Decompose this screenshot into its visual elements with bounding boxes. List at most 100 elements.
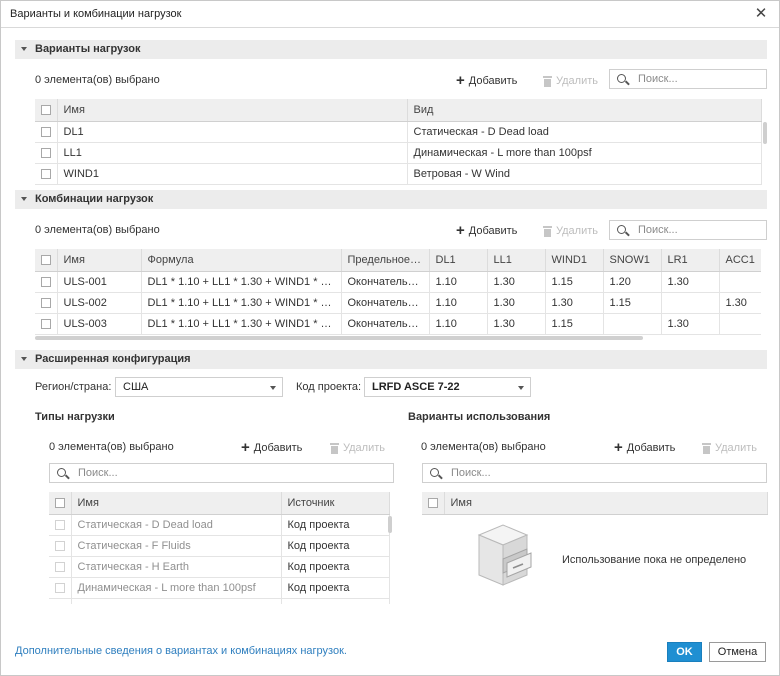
cell-lr1: 1.30: [661, 313, 720, 335]
delete-usage-case-button[interactable]: Удалить: [702, 440, 757, 456]
ok-button[interactable]: OK: [667, 642, 702, 662]
row-checkbox[interactable]: [35, 292, 58, 314]
table-row[interactable]: Статическая - H Earth Код проекта: [49, 556, 390, 578]
selection-count: 0 элемента(ов) выбрано: [35, 224, 160, 236]
table-row[interactable]: ULS-003 DL1 * 1.10 + LL1 * 1.30 + WIND1 …: [35, 313, 761, 335]
code-label: Код проекта:: [296, 381, 362, 393]
vertical-scrollbar[interactable]: [388, 516, 392, 533]
select-all-checkbox[interactable]: [35, 249, 58, 272]
column-header-name[interactable]: Имя: [71, 492, 282, 515]
search-input[interactable]: [78, 466, 389, 480]
cell-wind1: 1.15: [545, 271, 604, 293]
table-row[interactable]: Статическая - F Fluids Код проекта: [49, 535, 390, 557]
close-icon[interactable]: ✕: [751, 4, 771, 24]
cell-type: Ветровая - W Wind: [407, 163, 762, 185]
table-row[interactable]: WIND1 Ветровая - W Wind: [35, 163, 762, 185]
column-header-name[interactable]: Имя: [57, 249, 142, 272]
row-checkbox[interactable]: [35, 121, 58, 143]
plus-icon: +: [241, 439, 250, 456]
column-header-limit-state[interactable]: Предельное С...: [341, 249, 430, 272]
column-header-wind1[interactable]: WIND1: [545, 249, 604, 272]
trash-icon: [543, 75, 552, 87]
collapse-arrow-icon[interactable]: [21, 47, 27, 51]
vertical-scrollbar[interactable]: [763, 122, 767, 144]
section-advanced-header[interactable]: Расширенная конфигурация: [15, 350, 767, 369]
combinations-table: Имя Формула Предельное С... DL1 LL1 WIND…: [35, 249, 761, 335]
cell-acc1: [719, 271, 761, 293]
search-input[interactable]: [451, 466, 762, 480]
column-header-formula[interactable]: Формула: [141, 249, 342, 272]
help-link[interactable]: Дополнительные сведения о вариантах и ко…: [15, 645, 347, 657]
search-input[interactable]: [638, 223, 762, 237]
delete-load-case-button[interactable]: Удалить: [543, 73, 598, 89]
add-load-type-button[interactable]: + Добавить: [241, 440, 302, 456]
column-header-ll1[interactable]: LL1: [487, 249, 546, 272]
project-code-select[interactable]: LRFD ASCE 7-22: [364, 377, 531, 397]
cell-formula: DL1 * 1.10 + LL1 * 1.30 + WIND1 * 1.30 +…: [141, 292, 342, 314]
column-header-name[interactable]: Имя: [444, 492, 768, 515]
add-usage-case-button[interactable]: + Добавить: [614, 440, 675, 456]
cell-name: Статическая - H Earth: [71, 556, 282, 578]
file-cabinet-icon: [477, 524, 532, 586]
row-checkbox[interactable]: [49, 577, 72, 599]
horizontal-scrollbar[interactable]: [35, 336, 643, 340]
row-checkbox[interactable]: [49, 535, 72, 557]
search-input[interactable]: [638, 72, 762, 86]
column-header-source[interactable]: Источник: [281, 492, 390, 515]
column-header-dl1[interactable]: DL1: [429, 249, 488, 272]
cancel-button[interactable]: Отмена: [709, 642, 766, 662]
column-header-type[interactable]: Вид: [407, 99, 762, 122]
column-header-acc1[interactable]: ACC1: [719, 249, 761, 272]
empty-state-text: Использование пока не определено: [562, 554, 747, 566]
usage-cases-search[interactable]: [422, 463, 767, 483]
row-checkbox[interactable]: [35, 163, 58, 185]
select-all-checkbox[interactable]: [49, 492, 72, 515]
table-row[interactable]: DL1 Статическая - D Dead load: [35, 121, 762, 143]
delete-load-type-button[interactable]: Удалить: [330, 440, 385, 456]
cell-source: Код проекта: [281, 535, 390, 557]
table-row[interactable]: LL1 Динамическая - L more than 100psf: [35, 142, 762, 164]
section-load-cases-header[interactable]: Варианты нагрузок: [15, 40, 767, 59]
delete-combination-button[interactable]: Удалить: [543, 223, 598, 239]
row-checkbox[interactable]: [35, 313, 58, 335]
collapse-arrow-icon[interactable]: [21, 197, 27, 201]
load-cases-search[interactable]: [609, 69, 767, 89]
cell-dl1: 1.10: [429, 271, 488, 293]
add-label: Добавить: [253, 442, 303, 454]
search-icon: [57, 468, 66, 477]
region-value: США: [123, 381, 149, 393]
add-label: Добавить: [468, 225, 518, 237]
section-load-combinations-header[interactable]: Комбинации нагрузок: [15, 190, 767, 209]
table-row[interactable]: ULS-001 DL1 * 1.10 + LL1 * 1.30 + WIND1 …: [35, 271, 761, 293]
combinations-search[interactable]: [609, 220, 767, 240]
row-checkbox[interactable]: [35, 142, 58, 164]
search-icon: [430, 468, 439, 477]
cell-limit-state: Окончательн...: [341, 313, 430, 335]
cell-limit-state: Окончательн...: [341, 292, 430, 314]
select-all-checkbox[interactable]: [422, 492, 445, 515]
load-cases-table: Имя Вид DL1 Статическая - D Dead load LL…: [35, 99, 762, 185]
plus-icon: +: [614, 439, 623, 456]
table-row[interactable]: ULS-002 DL1 * 1.10 + LL1 * 1.30 + WIND1 …: [35, 292, 761, 314]
row-checkbox[interactable]: [35, 271, 58, 293]
row-checkbox[interactable]: [49, 556, 72, 578]
table-row[interactable]: Статическая - D Dead load Код проекта: [49, 514, 390, 536]
select-all-checkbox[interactable]: [35, 99, 58, 122]
cell-name: LL1: [57, 142, 408, 164]
table-row[interactable]: Динамическая - L more than 100psf Код пр…: [49, 577, 390, 599]
table-row[interactable]: [49, 598, 390, 604]
load-types-title: Типы нагрузки: [35, 411, 115, 423]
column-header-snow1[interactable]: SNOW1: [603, 249, 662, 272]
collapse-arrow-icon[interactable]: [21, 357, 27, 361]
delete-label: Удалить: [343, 442, 385, 454]
add-load-case-button[interactable]: + Добавить: [456, 73, 517, 89]
column-header-lr1[interactable]: LR1: [661, 249, 720, 272]
load-types-table: Имя Источник Статическая - D Dead load К…: [49, 492, 390, 604]
row-checkbox[interactable]: [49, 514, 72, 536]
cell-acc1: 1.30: [719, 292, 761, 314]
add-combination-button[interactable]: + Добавить: [456, 223, 517, 239]
region-select[interactable]: США: [115, 377, 283, 397]
load-types-search[interactable]: [49, 463, 394, 483]
column-header-name[interactable]: Имя: [57, 99, 408, 122]
cell-wind1: 1.15: [545, 313, 604, 335]
